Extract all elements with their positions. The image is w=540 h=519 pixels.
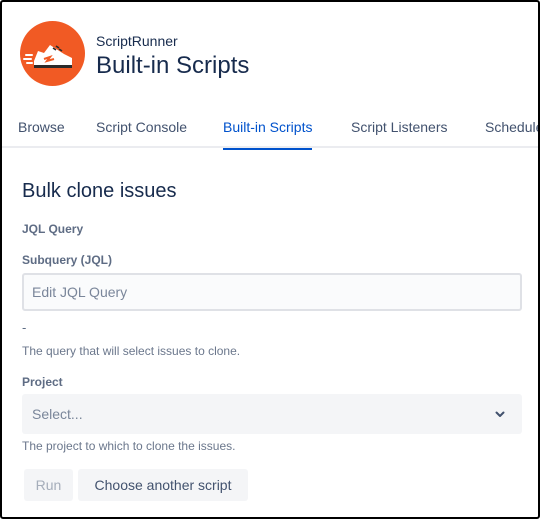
subquery-label: Subquery (JQL) [22,253,113,267]
subquery-preview: - [22,320,27,335]
scriptrunner-logo [20,21,85,86]
tab-script-listeners[interactable]: Script Listeners [351,119,447,148]
sneaker-icon [23,45,72,68]
choose-another-script-button[interactable]: Choose another script [78,469,248,501]
project-help: The project to which to clone the issues… [22,439,236,453]
tab-browse[interactable]: Browse [18,119,65,148]
tab-script-console[interactable]: Script Console [96,119,187,148]
page-title: Built-in Scripts [96,52,250,79]
subquery-help: The query that will select issues to clo… [22,344,241,358]
form-title: Bulk clone issues [22,180,177,202]
subquery-input[interactable] [22,273,522,311]
tab-bar: Browse Script Console Built-in Scripts S… [2,108,538,150]
project-label: Project [22,375,63,389]
tab-schedule[interactable]: Schedule [485,119,538,148]
project-select-placeholder: Select... [32,406,83,422]
jql-query-label: JQL Query [22,222,84,236]
app-frame: ScriptRunner Built-in Scripts Browse Scr… [0,0,540,519]
project-select[interactable]: Select... [22,394,522,434]
app-name: ScriptRunner [96,33,178,49]
tab-built-in-scripts[interactable]: Built-in Scripts [223,119,313,150]
chevron-down-icon [495,411,505,417]
run-button[interactable]: Run [24,469,73,501]
